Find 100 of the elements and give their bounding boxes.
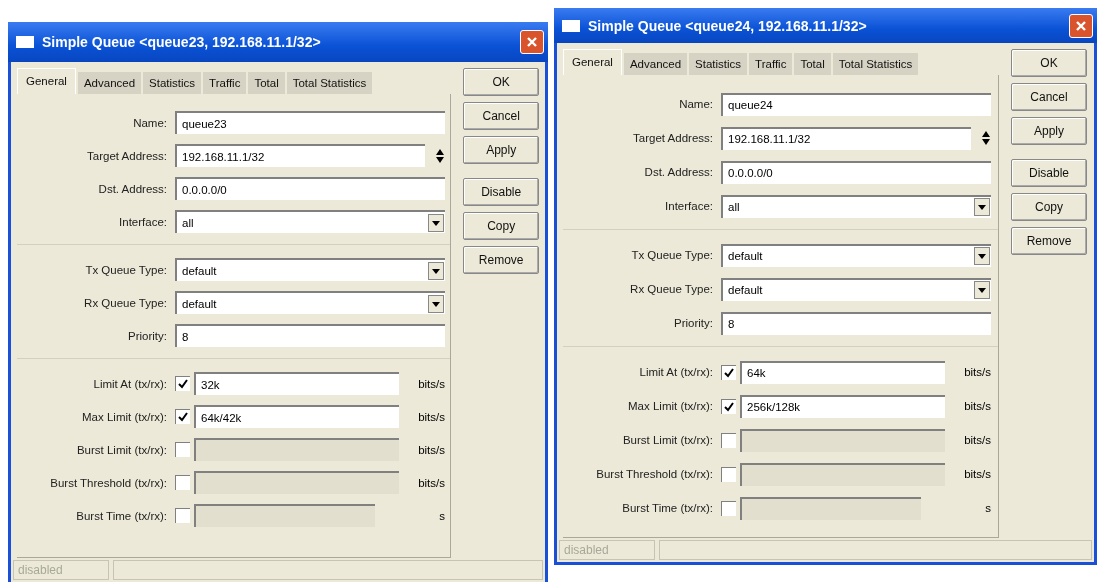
input-field[interactable]	[194, 438, 399, 461]
up-down-icon[interactable]	[981, 130, 991, 146]
window-icon	[562, 19, 580, 32]
tab[interactable]: Statistics	[143, 72, 202, 94]
field-label: Rx Queue Type:	[83, 296, 167, 309]
dropdown-field[interactable]: default	[175, 291, 445, 314]
checkbox[interactable]	[175, 508, 190, 523]
input-field[interactable]: 64k	[740, 360, 945, 384]
checkbox[interactable]	[175, 475, 190, 490]
input-field[interactable]	[740, 428, 945, 452]
dialog-button[interactable]: Disable	[1011, 159, 1087, 187]
field-label: Target Address:	[86, 149, 167, 162]
field-label: Name:	[132, 116, 167, 129]
input-field[interactable]: 256k/128k	[740, 394, 945, 418]
tab[interactable]: General	[17, 68, 76, 94]
window-icon	[16, 36, 34, 48]
dropdown-field[interactable]: default	[721, 277, 991, 301]
field-label: Limit At (tx/rx):	[92, 377, 167, 390]
status-text: disabled	[559, 540, 655, 560]
input-field[interactable]: 192.168.11.1/32	[721, 126, 971, 150]
checkbox[interactable]	[721, 398, 736, 414]
field-label: Rx Queue Type:	[629, 283, 713, 295]
close-button[interactable]	[1069, 13, 1093, 38]
status-text: disabled	[13, 560, 109, 580]
dialog-button[interactable]: Apply	[1011, 117, 1087, 145]
field-label: Burst Limit (tx/rx):	[75, 443, 167, 456]
field-label: Interface:	[664, 200, 713, 212]
tab[interactable]: Traffic	[749, 53, 793, 75]
field-label: Priority:	[673, 317, 713, 329]
close-button[interactable]	[520, 30, 544, 54]
field-label: Tx Queue Type:	[630, 249, 713, 261]
unit-label: s	[984, 502, 991, 514]
up-down-icon[interactable]	[435, 147, 445, 164]
field-label: Max Limit (tx/rx):	[81, 410, 167, 423]
unit-label: bits/s	[963, 434, 991, 446]
tab[interactable]: Total Statistics	[832, 53, 919, 75]
field-label: Burst Time (tx/rx):	[75, 509, 167, 522]
input-field[interactable]	[194, 504, 375, 527]
checkbox[interactable]	[175, 409, 190, 424]
dialog-button[interactable]: Remove	[463, 246, 539, 274]
dialog-button[interactable]: Cancel	[463, 102, 539, 130]
input-field[interactable]: 32k	[194, 372, 399, 395]
input-field[interactable]: 192.168.11.1/32	[175, 144, 425, 167]
input-field[interactable]: queue24	[721, 92, 991, 116]
dialog-button[interactable]: Apply	[463, 136, 539, 164]
dialog-button[interactable]: Cancel	[1011, 83, 1087, 111]
dialog-button[interactable]: OK	[463, 68, 539, 96]
input-field[interactable]: 0.0.0.0/0	[175, 177, 445, 200]
field-label: Name:	[678, 98, 713, 110]
dropdown-field[interactable]: default	[175, 258, 445, 281]
input-field[interactable]: queue23	[175, 111, 445, 134]
input-field[interactable]	[740, 496, 921, 520]
field-label: Target Address:	[632, 132, 713, 144]
dropdown-field[interactable]: all	[175, 210, 445, 233]
checkbox[interactable]	[721, 500, 736, 516]
tab[interactable]: Total	[794, 53, 831, 75]
checkbox[interactable]	[175, 376, 190, 391]
unit-label: bits/s	[417, 410, 445, 423]
input-field[interactable]: 0.0.0.0/0	[721, 160, 991, 184]
dialog-button[interactable]: Copy	[463, 212, 539, 240]
tab[interactable]: Total	[248, 72, 285, 94]
checkbox[interactable]	[721, 432, 736, 448]
unit-label: s	[438, 509, 445, 522]
unit-label: bits/s	[417, 443, 445, 456]
input-field[interactable]: 64k/42k	[194, 405, 399, 428]
dropdown-field[interactable]: all	[721, 194, 991, 218]
checkbox[interactable]	[721, 466, 736, 482]
unit-label: bits/s	[963, 366, 991, 378]
field-label: Dst. Address:	[97, 182, 167, 195]
window-title: Simple Queue <queue24, 192.168.11.1/32>	[588, 17, 868, 34]
dropdown-field[interactable]: default	[721, 243, 991, 267]
dialog-button[interactable]: Disable	[463, 178, 539, 206]
dialog-button[interactable]: OK	[1011, 49, 1087, 77]
tab[interactable]: Advanced	[623, 53, 688, 75]
unit-label: bits/s	[963, 468, 991, 480]
window-title: Simple Queue <queue23, 192.168.11.1/32>	[42, 34, 322, 50]
tab[interactable]: Statistics	[689, 53, 748, 75]
checkbox[interactable]	[175, 442, 190, 457]
close-icon[interactable]	[526, 36, 538, 48]
field-label: Burst Threshold (tx/rx):	[595, 468, 713, 480]
tab[interactable]: Total Statistics	[286, 72, 373, 94]
unit-label: bits/s	[963, 400, 991, 412]
field-label: Burst Time (tx/rx):	[621, 502, 713, 514]
field-label: Limit At (tx/rx):	[638, 366, 713, 378]
close-icon[interactable]	[1075, 19, 1087, 32]
input-field[interactable]	[740, 462, 945, 486]
checkbox[interactable]	[721, 364, 736, 380]
input-field[interactable]	[194, 471, 399, 494]
dialog-button[interactable]: Copy	[1011, 193, 1087, 221]
tab[interactable]: General	[563, 49, 622, 75]
dialog-button[interactable]: Remove	[1011, 227, 1087, 255]
tab[interactable]: Traffic	[203, 72, 247, 94]
unit-label: bits/s	[417, 377, 445, 390]
input-field[interactable]: 8	[175, 324, 445, 347]
field-label: Tx Queue Type:	[84, 263, 167, 276]
field-label: Burst Limit (tx/rx):	[621, 434, 713, 446]
tab[interactable]: Advanced	[77, 72, 142, 94]
input-field[interactable]: 8	[721, 311, 991, 335]
unit-label: bits/s	[417, 476, 445, 489]
field-label: Burst Threshold (tx/rx):	[49, 476, 167, 489]
